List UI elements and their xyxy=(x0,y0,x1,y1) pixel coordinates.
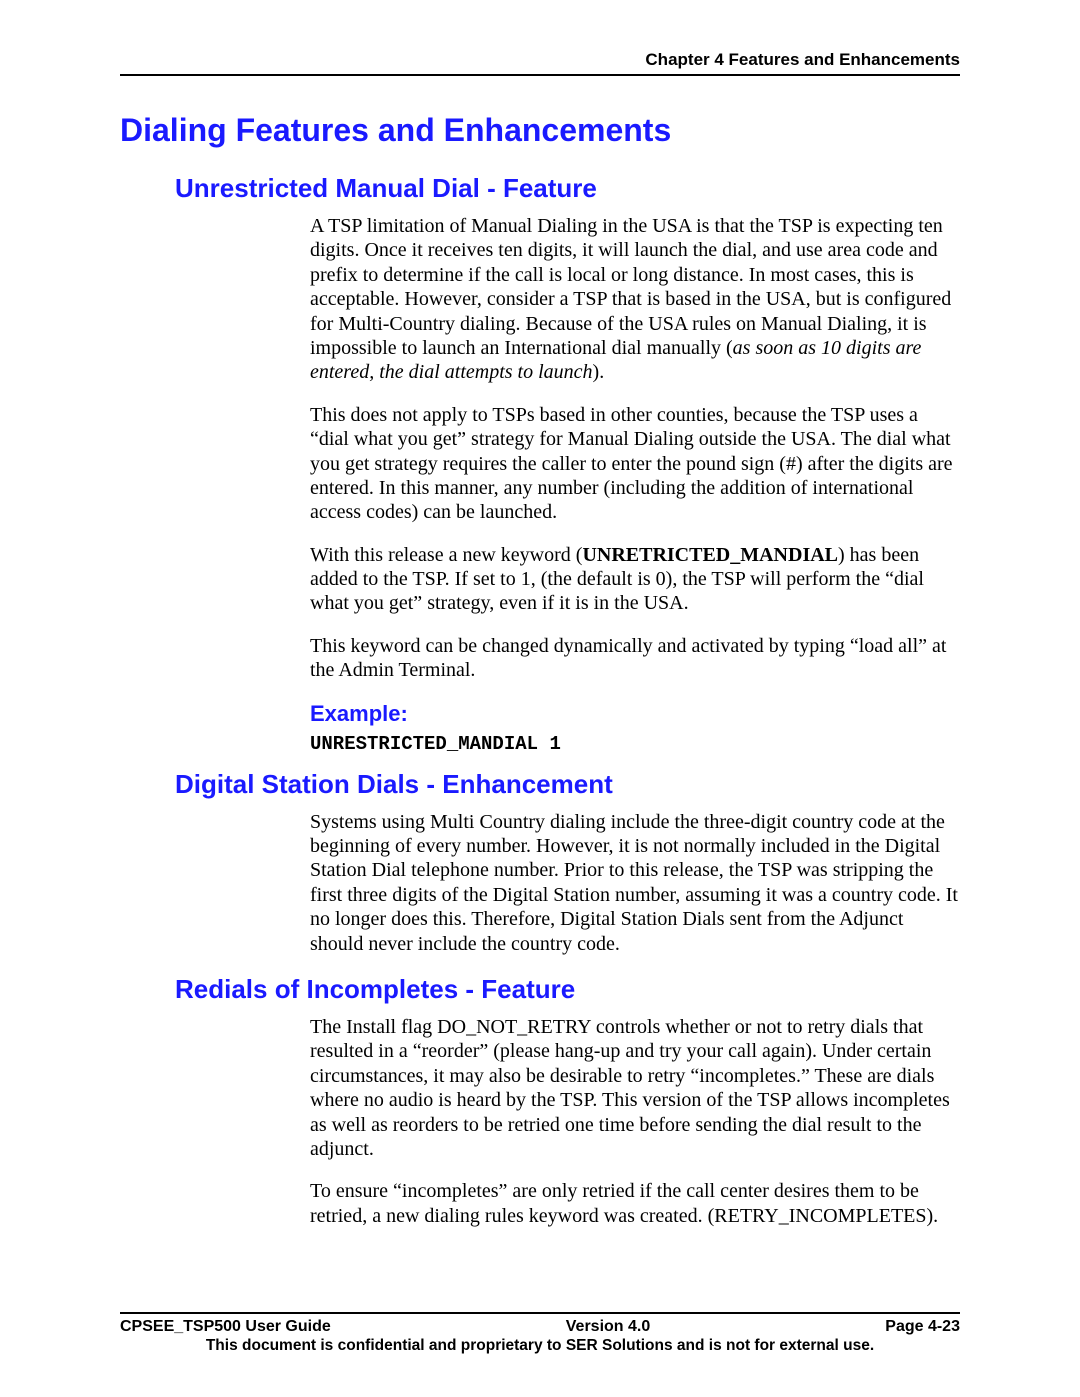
footer-confidential: This document is confidential and propri… xyxy=(120,1337,960,1355)
footer-rule xyxy=(120,1312,960,1314)
footer-center: Version 4.0 xyxy=(566,1318,651,1336)
section-digital-station-dials: Digital Station Dials - Enhancement xyxy=(175,769,960,800)
footer-right: Page 4-23 xyxy=(885,1318,960,1336)
footer-left: CPSEE_TSP500 User Guide xyxy=(120,1318,331,1336)
page-footer: CPSEE_TSP500 User Guide Version 4.0 Page… xyxy=(120,1312,960,1355)
paragraph: Systems using Multi Country dialing incl… xyxy=(310,810,960,956)
page-content: Chapter 4 Features and Enhancements Dial… xyxy=(120,50,960,1347)
paragraph: This does not apply to TSPs based in oth… xyxy=(310,403,960,525)
header-rule xyxy=(120,74,960,76)
example-label: Example: xyxy=(310,701,960,727)
body-text: A TSP limitation of Manual Dialing in th… xyxy=(310,214,960,683)
body-text: The Install flag DO_NOT_RETRY controls w… xyxy=(310,1015,960,1228)
body-text: Systems using Multi Country dialing incl… xyxy=(310,810,960,956)
paragraph: With this release a new keyword (UNRETRI… xyxy=(310,543,960,616)
text: ). xyxy=(593,361,605,383)
footer-row: CPSEE_TSP500 User Guide Version 4.0 Page… xyxy=(120,1318,960,1336)
example-code: UNRESTRICTED_MANDIAL 1 xyxy=(310,733,960,755)
page-title: Dialing Features and Enhancements xyxy=(120,112,960,149)
section-unrestricted-manual-dial: Unrestricted Manual Dial - Feature xyxy=(175,173,960,204)
paragraph: This keyword can be changed dynamically … xyxy=(310,634,960,683)
keyword: UNRETRICTED_MANDIAL xyxy=(582,544,838,566)
paragraph: To ensure “incompletes” are only retried… xyxy=(310,1179,960,1228)
paragraph: A TSP limitation of Manual Dialing in th… xyxy=(310,214,960,385)
text: With this release a new keyword ( xyxy=(310,544,582,566)
running-header: Chapter 4 Features and Enhancements xyxy=(120,50,960,70)
paragraph: The Install flag DO_NOT_RETRY controls w… xyxy=(310,1015,960,1161)
section-redials-of-incompletes: Redials of Incompletes - Feature xyxy=(175,974,960,1005)
